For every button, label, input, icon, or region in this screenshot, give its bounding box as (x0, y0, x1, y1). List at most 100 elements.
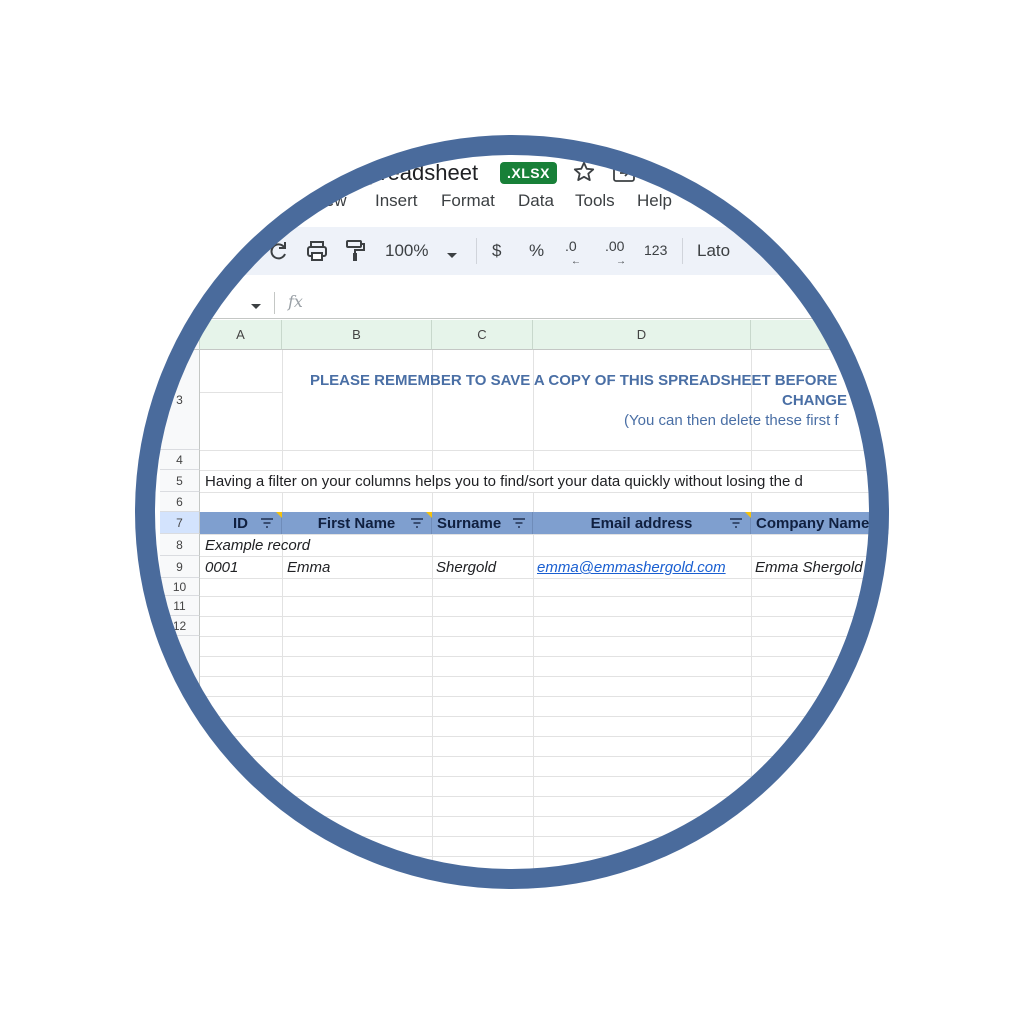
column-gridline (533, 492, 534, 889)
menu-insert[interactable]: Insert (375, 191, 418, 211)
menu-view[interactable]: iew (321, 191, 347, 211)
menu-help[interactable]: Help (637, 191, 672, 211)
row-gridline (200, 450, 889, 451)
currency-button[interactable]: $ (492, 241, 501, 261)
toolbar-divider (476, 238, 477, 264)
move-to-folder-icon[interactable] (612, 162, 636, 184)
select-all-corner[interactable] (160, 320, 200, 350)
cell-id[interactable]: 0001 (205, 559, 238, 576)
row-gridline (200, 816, 889, 817)
row-gridline (200, 616, 889, 617)
filter-active-marker (426, 512, 432, 518)
column-gridline (751, 350, 752, 470)
header-first-name-label: First Name (317, 514, 396, 532)
formula-bar-border (150, 318, 889, 319)
menu-tools[interactable]: Tools (575, 191, 615, 211)
row-header-8[interactable]: 8 (160, 534, 200, 556)
row-gridline (200, 796, 889, 797)
row-gridline (200, 756, 889, 757)
filter-icon[interactable] (729, 515, 743, 533)
notice-line-3: (You can then delete these first f (624, 412, 839, 429)
row-header-5[interactable]: 5 (160, 470, 200, 492)
row-gridline (200, 578, 889, 579)
print-icon[interactable] (305, 239, 329, 263)
row-gridline (200, 836, 889, 837)
row-header-4[interactable]: 4 (160, 450, 200, 470)
row-header-12[interactable]: 12 (160, 616, 200, 636)
row-gridline (200, 716, 889, 717)
name-box-dropdown-icon[interactable] (250, 298, 262, 309)
column-gridline (432, 492, 433, 889)
zoom-dropdown-icon[interactable] (446, 247, 458, 258)
filter-active-marker (745, 512, 751, 518)
filter-icon[interactable] (260, 515, 274, 533)
row-header-9[interactable]: 9 (160, 556, 200, 578)
zoom-select[interactable]: 100% (385, 241, 428, 261)
column-header-a[interactable]: A (200, 320, 282, 350)
column-gridline (751, 492, 752, 889)
toolbar (150, 227, 889, 275)
cell-company[interactable]: Emma Shergold (755, 559, 863, 576)
header-surname-label: Surname (437, 514, 502, 532)
column-gridline (533, 350, 534, 470)
row-gridline (200, 596, 889, 597)
font-select[interactable]: Lato (697, 241, 730, 261)
row-gridline (200, 856, 889, 857)
column-header-b[interactable]: B (282, 320, 432, 350)
row-header-3[interactable]: 3 (160, 350, 200, 450)
decrease-decimal-button[interactable]: .0 (565, 238, 577, 254)
row-gridline (200, 776, 889, 777)
formula-divider (274, 292, 275, 314)
filter-icon[interactable] (410, 515, 424, 533)
arrow-right-icon: → (616, 256, 626, 267)
number-format-button[interactable]: 123 (644, 242, 667, 258)
arrow-left-icon: ← (571, 256, 581, 267)
filter-note[interactable]: Having a filter on your columns helps yo… (205, 473, 803, 490)
row-header-7[interactable]: 7 (160, 512, 200, 534)
row-gridline (200, 470, 889, 471)
column-gridline (282, 350, 283, 470)
redo-icon[interactable] (266, 239, 290, 263)
row-gridline (200, 876, 889, 877)
cell-first-name[interactable]: Emma (287, 559, 330, 576)
row-gridline (200, 636, 889, 637)
column-gridline (432, 350, 433, 470)
row-gridline (200, 656, 889, 657)
header-company[interactable]: Company Name (751, 512, 889, 534)
cell-surname[interactable]: Shergold (436, 559, 496, 576)
column-header-d[interactable]: D (533, 320, 751, 350)
column-header-e[interactable] (751, 320, 889, 350)
file-type-badge: .XLSX (500, 162, 557, 184)
menu-data[interactable]: Data (518, 191, 554, 211)
filter-icon[interactable] (512, 515, 526, 533)
star-icon[interactable] (572, 160, 596, 184)
header-company-label: Company Name (756, 514, 870, 532)
row-header-10[interactable]: 10 (160, 578, 200, 596)
notice-line-1: PLEASE REMEMBER TO SAVE A COPY OF THIS S… (310, 372, 838, 389)
row-gridline (200, 392, 282, 393)
header-id-label: ID (233, 514, 248, 532)
row-gridline (200, 676, 889, 677)
cell-email-link[interactable]: emma@emmashergold.com (537, 559, 726, 576)
circular-frame: preadsheet .XLSX iew Insert Format Data … (135, 135, 889, 889)
fx-icon: fx (288, 292, 303, 311)
row-gridline (200, 736, 889, 737)
column-header-c[interactable]: C (432, 320, 533, 350)
percent-button[interactable]: % (529, 241, 544, 261)
paint-format-icon[interactable] (344, 239, 366, 263)
toolbar-divider (682, 238, 683, 264)
row-header-6[interactable]: 6 (160, 492, 200, 512)
example-record-label[interactable]: Example record (205, 537, 310, 554)
row-gridline (200, 492, 889, 493)
row-gridline (200, 696, 889, 697)
filter-active-marker (276, 512, 282, 518)
increase-decimal-button[interactable]: .00 (605, 238, 624, 254)
notice-line-2: CHANGE (782, 392, 848, 409)
row-header-11[interactable]: 11 (160, 596, 200, 616)
header-email[interactable]: Email address (533, 512, 751, 534)
row-header-empty (160, 636, 200, 889)
row-gridline (200, 556, 889, 557)
menu-format[interactable]: Format (441, 191, 495, 211)
document-title[interactable]: preadsheet (368, 160, 478, 186)
header-email-label: Email address (590, 514, 693, 532)
